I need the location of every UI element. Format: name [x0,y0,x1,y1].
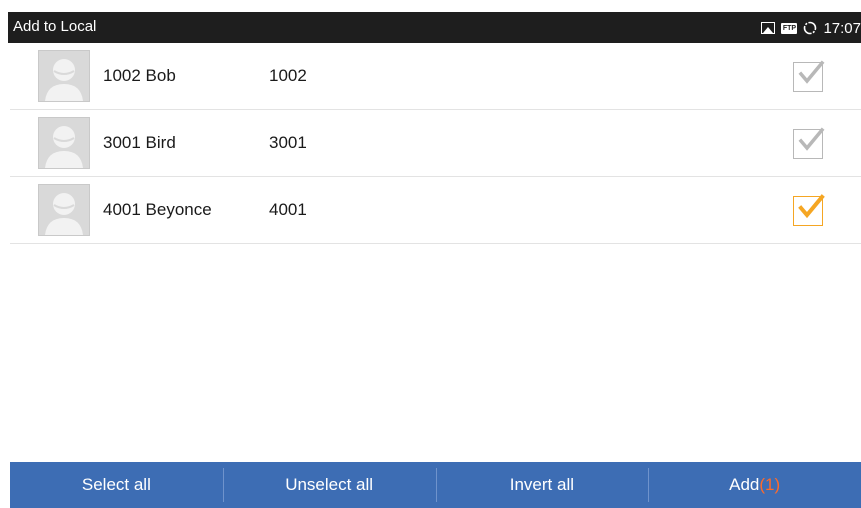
checkmark-icon [798,194,825,219]
app-window: Add to Local FTP 17:07 1002 Bob 1002 3001 … [8,12,861,508]
checkmark-icon [798,60,825,84]
contact-number: 4001 [269,200,307,219]
contact-number: 1002 [269,66,307,85]
action-bar: Select all Unselect all Invert all Add(1… [10,462,861,508]
unselect-all-button[interactable]: Unselect all [222,462,436,508]
avatar-icon [38,184,90,236]
status-time: 17:07 [823,19,861,37]
contact-checkbox[interactable] [793,127,825,159]
contact-name: 3001 Bird [103,133,176,152]
contact-row[interactable]: 3001 Bird 3001 [10,110,861,177]
contact-checkbox[interactable] [793,194,825,226]
add-count: (1) [759,475,781,494]
contact-checkbox[interactable] [793,60,825,92]
contact-name: 1002 Bob [103,66,176,85]
avatar-icon [38,50,90,102]
status-icons: FTP 17:07 [761,18,861,38]
contact-row[interactable]: 1002 Bob 1002 [10,43,861,110]
contact-row[interactable]: 4001 Beyonce 4001 [10,177,861,244]
add-button[interactable]: Add(1) [648,462,861,508]
contact-name: 4001 Beyonce [103,200,212,219]
image-icon [761,22,776,34]
contact-number: 3001 [269,133,307,152]
status-bar: Add to Local FTP 17:07 [8,12,861,43]
page-title: Add to Local [13,18,97,35]
contact-list: 1002 Bob 1002 3001 Bird 3001 4001 Beyonce 400… [10,43,861,244]
sync-icon [803,21,817,35]
select-all-button[interactable]: Select all [10,462,223,508]
invert-all-button[interactable]: Invert all [435,462,649,508]
checkmark-icon [798,127,825,151]
ftp-icon: FTP [781,22,798,34]
avatar-icon [38,117,90,169]
add-button-label: Add [729,475,760,494]
